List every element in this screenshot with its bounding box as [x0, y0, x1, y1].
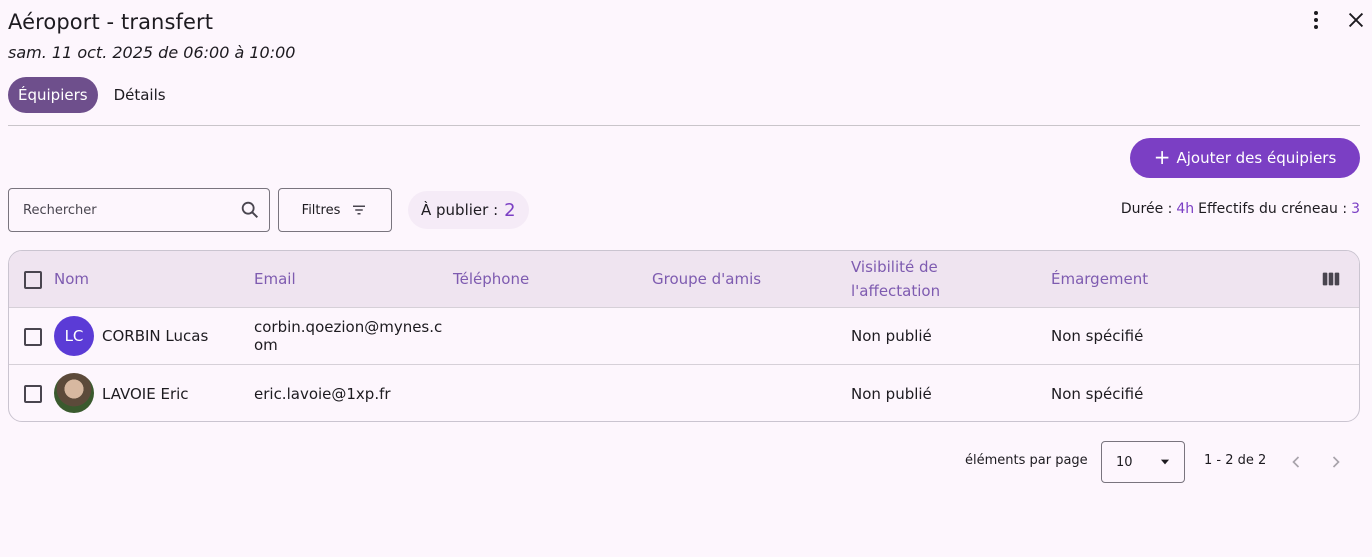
per-page-value: 10 — [1116, 454, 1133, 470]
per-page-label: éléments par page — [965, 453, 1088, 468]
duration-value: 4h — [1176, 201, 1195, 217]
tab-bar: Équipiers Détails — [8, 77, 176, 113]
row-name: LAVOIE Eric — [102, 384, 189, 403]
columns-toggle-button[interactable] — [1320, 251, 1342, 307]
row-checkbox[interactable] — [24, 385, 42, 403]
close-button[interactable] — [1344, 8, 1368, 32]
view-column-icon — [1322, 272, 1340, 286]
plus-icon: + — [1153, 145, 1171, 169]
tab-details[interactable]: Détails — [104, 77, 176, 113]
arrow-drop-down-icon — [1160, 459, 1170, 465]
to-publish-label: À publier : — [421, 201, 499, 219]
row-name: CORBIN Lucas — [102, 327, 209, 345]
staff-label: Effectifs du créneau : — [1198, 201, 1348, 217]
page-title: Aéroport - transfert — [8, 10, 214, 34]
equipiers-table: Nom Email Téléphone Groupe d'amis Visibi… — [8, 250, 1360, 422]
filter-list-icon — [353, 205, 366, 215]
avatar — [54, 373, 94, 413]
row-attendance: Non spécifié — [1051, 327, 1144, 345]
column-header-name[interactable]: Nom — [54, 251, 89, 307]
more-vert-icon — [1314, 11, 1318, 29]
chevron-left-icon — [1292, 456, 1300, 468]
previous-page-button[interactable] — [1284, 450, 1308, 474]
page-subtitle: sam. 11 oct. 2025 de 06:00 à 10:00 — [8, 43, 296, 62]
row-visibility: Non publié — [851, 327, 932, 345]
next-page-button[interactable] — [1324, 450, 1348, 474]
select-all-checkbox[interactable] — [24, 271, 42, 289]
column-header-visibility[interactable]: Visibilité de l'affectation — [851, 251, 971, 307]
search-input[interactable] — [23, 202, 239, 218]
row-attendance: Non spécifié — [1051, 384, 1144, 403]
column-header-friends[interactable]: Groupe d'amis — [652, 251, 761, 307]
table-row[interactable]: LC CORBIN Lucas corbin.qoezion@mynes.com… — [9, 308, 1359, 365]
column-header-attendance[interactable]: Émargement — [1051, 251, 1148, 307]
close-icon — [1348, 12, 1364, 28]
page-range: 1 - 2 de 2 — [1204, 453, 1267, 468]
to-publish-count: 2 — [504, 199, 516, 221]
table-header: Nom Email Téléphone Groupe d'amis Visibi… — [9, 251, 1359, 308]
pagination: éléments par page 10 1 - 2 de 2 — [0, 441, 1372, 483]
row-email-text: corbin.qoezion@mynes.com — [254, 318, 443, 354]
filters-label: Filtres — [301, 202, 341, 218]
chevron-right-icon — [1332, 456, 1340, 468]
duration-label: Durée : — [1120, 201, 1173, 217]
row-visibility: Non publié — [851, 384, 932, 403]
row-email: corbin.qoezion@mynes.com — [254, 308, 449, 364]
add-equipiers-label: Ajouter des équipiers — [1176, 149, 1337, 167]
table-row[interactable]: LAVOIE Eric eric.lavoie@1xp.fr Non publi… — [9, 365, 1359, 421]
column-header-phone[interactable]: Téléphone — [453, 251, 529, 307]
search-icon[interactable] — [239, 199, 261, 221]
add-equipiers-button[interactable]: + Ajouter des équipiers — [1130, 138, 1360, 178]
search-field[interactable] — [8, 188, 270, 232]
avatar: LC — [54, 316, 94, 356]
column-header-email[interactable]: Email — [254, 251, 296, 307]
filters-button[interactable]: Filtres — [278, 188, 392, 232]
row-checkbox[interactable] — [24, 328, 42, 346]
staff-value: 3 — [1351, 201, 1360, 217]
slot-stats: Durée : 4h Effectifs du créneau : 3 — [1121, 201, 1360, 217]
per-page-select[interactable]: 10 — [1101, 441, 1185, 483]
row-email: eric.lavoie@1xp.fr — [254, 384, 391, 403]
to-publish-chip: À publier : 2 — [408, 191, 529, 229]
divider — [8, 125, 1360, 126]
more-menu-button[interactable] — [1304, 8, 1328, 32]
tab-equipiers[interactable]: Équipiers — [8, 77, 98, 113]
